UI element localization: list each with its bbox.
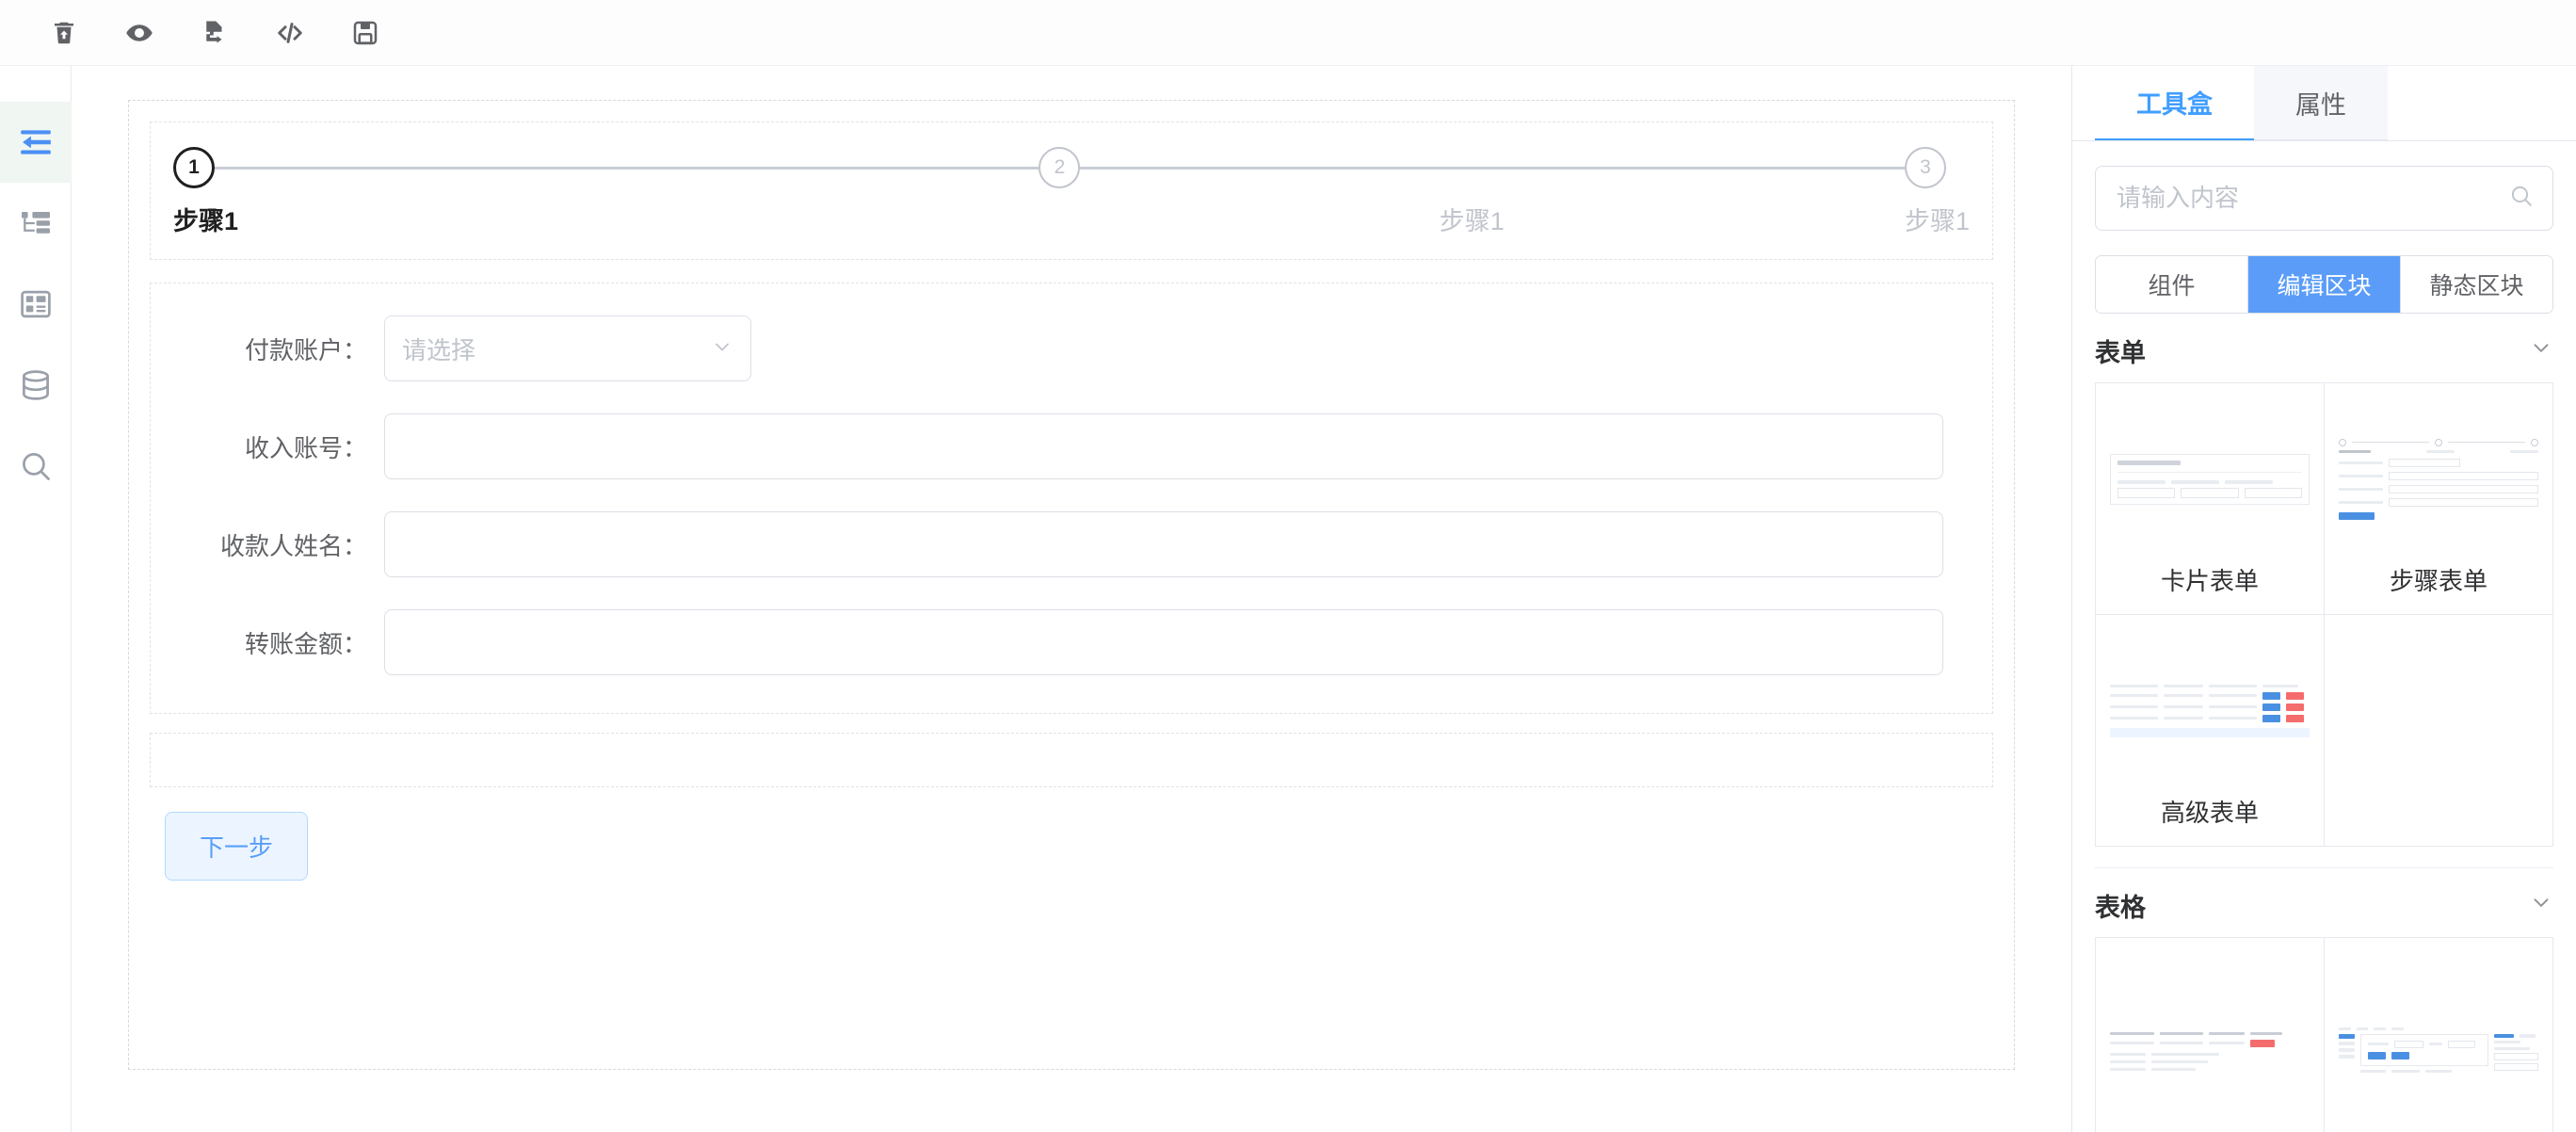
segment-static-blocks[interactable]: 静态区块: [2401, 256, 2552, 313]
step-item[interactable]: 1 步骤1: [173, 147, 1039, 235]
step-head: 1: [173, 147, 1039, 188]
top-toolbar: [0, 0, 2576, 66]
chevron-down-icon: [711, 335, 733, 363]
sidebar-item-collapse[interactable]: [0, 102, 72, 183]
block-table-detail[interactable]: [2096, 937, 2325, 1132]
form-field-row: 付款账户： 请选择: [186, 315, 1956, 381]
thumbnail-table-editor: [2334, 951, 2543, 1132]
panel-tabs: 工具盒 属性: [2072, 66, 2576, 142]
tab-toolbox[interactable]: 工具盒: [2095, 66, 2254, 141]
search-icon[interactable]: [2509, 184, 2534, 213]
tab-properties[interactable]: 属性: [2254, 66, 2388, 141]
block-label: 高级表单: [2160, 798, 2259, 827]
step-connector: [1080, 166, 1905, 170]
group-header-table[interactable]: 表格: [2095, 866, 2553, 937]
block-type-segmented-control: 组件 编辑区块 静态区块: [2095, 255, 2553, 314]
sidebar-item-tree[interactable]: [0, 183, 72, 264]
field-label: 收入账号：: [244, 433, 367, 462]
form-field-row: 收入账号：: [186, 413, 1956, 479]
transfer-amount-input[interactable]: [384, 609, 1943, 675]
field-label: 付款账户：: [244, 335, 367, 364]
group-title: 表格: [2095, 893, 2146, 922]
sidebar-item-database[interactable]: [0, 345, 72, 426]
step-item[interactable]: 2 步骤1: [1038, 147, 1905, 234]
step-number: 1: [173, 147, 215, 188]
form-field-row: 转账金额：: [186, 609, 1956, 675]
collapse-icon: [20, 130, 51, 154]
clear-icon[interactable]: [43, 12, 85, 54]
canvas-root-container[interactable]: 1 步骤1 2 步骤1 3 步骤1 付款账户： 请选择 收入账号： 收款人姓名：…: [128, 100, 2015, 1070]
form-field-row: 收款人姓名：: [186, 511, 1956, 577]
block-table-editor[interactable]: [2325, 937, 2553, 1132]
thumbnail-advanced-form: [2105, 628, 2314, 794]
step-head: 2: [1038, 147, 1905, 188]
chevron-down-icon[interactable]: [2529, 335, 2553, 366]
steps-indicator: 1 步骤1 2 步骤1 3 步骤1: [173, 147, 1970, 234]
table-block-grid: [2095, 936, 2553, 1132]
step-number: 2: [1038, 147, 1081, 188]
step-title: 步骤1: [1904, 207, 1970, 235]
step-title: 步骤1: [173, 207, 239, 235]
button-block: 下一步: [150, 812, 1993, 905]
step-title: 步骤1: [1439, 207, 1505, 235]
canvas-area: 1 步骤1 2 步骤1 3 步骤1 付款账户： 请选择 收入账号： 收款人姓名：…: [72, 66, 2071, 1132]
group-title: 表单: [2095, 338, 2146, 367]
next-step-button[interactable]: 下一步: [165, 812, 309, 881]
panel-search-box[interactable]: [2095, 166, 2553, 232]
thumbnail-card-form: [2105, 396, 2314, 562]
field-label: 收款人姓名：: [219, 531, 367, 560]
search-icon: [22, 453, 50, 480]
form-block-grid: 卡片表单 步骤表单 高级表单: [2095, 381, 2553, 847]
form-block[interactable]: 付款账户： 请选择 收入账号： 收款人姓名： 转账金额：: [150, 283, 1993, 714]
empty-drop-block[interactable]: [150, 733, 1993, 787]
block-step-form[interactable]: 步骤表单: [2325, 382, 2553, 615]
code-icon[interactable]: [269, 12, 311, 54]
step-number: 3: [1904, 147, 1946, 188]
payee-name-input[interactable]: [384, 511, 1943, 577]
thumbnail-step-form: [2334, 396, 2543, 562]
preview-icon[interactable]: [119, 12, 160, 54]
receiving-account-input[interactable]: [384, 413, 1943, 479]
left-rail: [0, 66, 72, 1132]
layout-icon: [20, 290, 51, 318]
step-head: 3: [1904, 147, 1970, 188]
panel-content-scroll[interactable]: 表单 卡片表单 步骤表单 高级表单 表格: [2072, 314, 2576, 1132]
segment-edit-blocks[interactable]: 编辑区块: [2248, 256, 2401, 313]
tree-icon: [21, 212, 50, 234]
search-input[interactable]: [2115, 183, 2509, 215]
block-label: 步骤表单: [2389, 566, 2487, 595]
sidebar-item-layout[interactable]: [0, 264, 72, 345]
block-card-form[interactable]: 卡片表单: [2096, 382, 2325, 615]
save-icon[interactable]: [345, 12, 386, 54]
right-panel: 工具盒 属性 组件 编辑区块 静态区块 表单: [2071, 66, 2576, 1132]
block-advanced-form[interactable]: 高级表单: [2096, 614, 2325, 847]
payment-account-select[interactable]: 请选择: [384, 315, 751, 381]
database-icon: [22, 370, 49, 400]
step-connector: [215, 166, 1039, 170]
thumbnail-table-detail: [2105, 951, 2314, 1132]
chevron-down-icon[interactable]: [2529, 890, 2553, 921]
block-empty-slot: [2325, 614, 2553, 847]
select-placeholder: 请选择: [402, 335, 476, 364]
segment-components[interactable]: 组件: [2096, 256, 2248, 313]
sidebar-item-search[interactable]: [0, 426, 72, 507]
field-label: 转账金额：: [244, 629, 367, 658]
steps-block[interactable]: 1 步骤1 2 步骤1 3 步骤1: [150, 121, 1993, 260]
group-header-form[interactable]: 表单: [2095, 314, 2553, 382]
block-label: 卡片表单: [2160, 566, 2259, 595]
step-item[interactable]: 3 步骤1: [1904, 147, 1970, 235]
export-icon[interactable]: [194, 12, 235, 54]
